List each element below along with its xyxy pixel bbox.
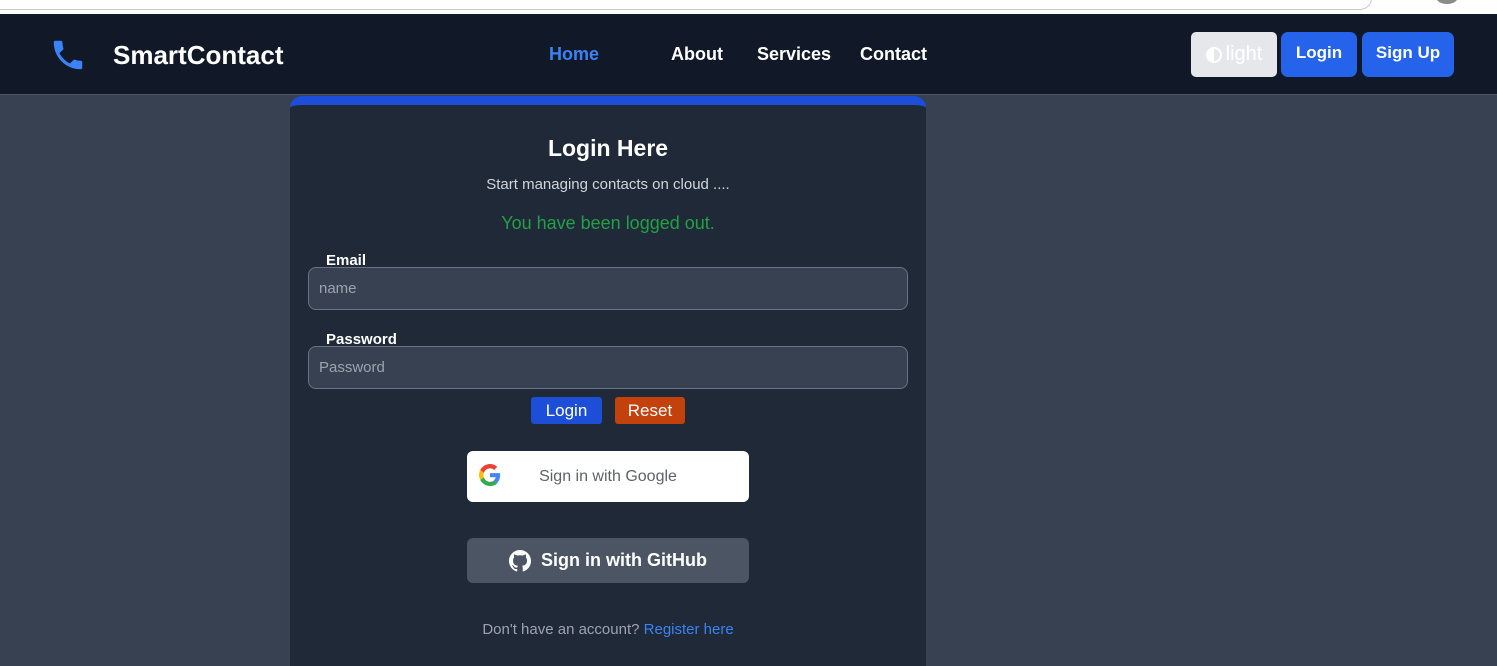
nav-link-home[interactable]: Home (549, 44, 599, 65)
register-prompt: Don't have an account? Register here (290, 621, 926, 638)
nav-link-contact[interactable]: Contact (860, 44, 927, 65)
register-link[interactable]: Register here (644, 621, 734, 638)
github-signin-button[interactable]: Sign in with GitHub (467, 538, 749, 583)
address-bar[interactable] (0, 0, 1372, 10)
github-logo-icon (509, 549, 531, 571)
register-prompt-text: Don't have an account? (482, 621, 640, 638)
reset-button[interactable]: Reset (615, 397, 685, 424)
google-signin-button[interactable]: Sign in with Google (467, 451, 749, 502)
navbar: SmartContact Home About Services Contact… (0, 14, 1497, 95)
browser-profile-icon[interactable] (1436, 0, 1458, 4)
half-circle-icon (1205, 46, 1222, 63)
email-field[interactable] (308, 267, 908, 310)
nav-link-about[interactable]: About (671, 44, 723, 65)
theme-toggle-label: light (1225, 43, 1263, 65)
nav-link-services[interactable]: Services (757, 44, 831, 65)
card-title: Login Here (547, 135, 669, 161)
password-field[interactable] (308, 346, 908, 389)
signup-nav-button[interactable]: Sign Up (1362, 32, 1454, 77)
github-signin-label: Sign in with GitHub (541, 550, 707, 570)
theme-toggle-button[interactable]: light (1191, 32, 1277, 77)
card-subtitle: Start managing contacts on cloud .... (486, 176, 730, 193)
login-nav-button[interactable]: Login (1281, 32, 1357, 77)
login-card: Login Here Start managing contacts on cl… (290, 96, 926, 666)
logout-message: You have been logged out. (501, 213, 715, 233)
login-button[interactable]: Login (531, 397, 602, 424)
google-signin-label: Sign in with Google (539, 468, 677, 485)
browser-chrome-strip (0, 0, 1497, 14)
brand-name[interactable]: SmartContact (113, 40, 283, 71)
phone-icon (53, 40, 83, 70)
